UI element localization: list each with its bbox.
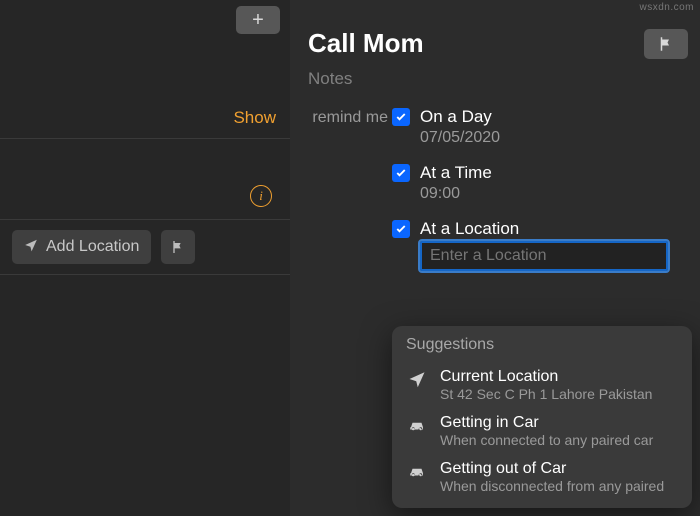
car-icon [406,414,428,434]
remind-me-row: remind me On a Day 07/05/2020 At a Time … [308,107,682,271]
at-time-value[interactable]: 09:00 [392,185,682,203]
flag-icon [170,239,186,255]
sidebar: + Show i Add Location [0,0,290,516]
remind-form: remind me On a Day 07/05/2020 At a Time … [290,107,700,271]
suggestion-detail: When disconnected from any paired [440,478,678,494]
suggestion-name: Getting out of Car [440,460,678,478]
at-time-label: At a Time [420,163,492,183]
suggestion-current-location[interactable]: Current Location St 42 Sec C Ph 1 Lahore… [406,362,678,408]
flag-button-small[interactable] [161,230,195,264]
suggestion-body: Getting out of Car When disconnected fro… [440,460,678,494]
at-time-option[interactable]: At a Time [392,163,682,183]
add-location-button[interactable]: Add Location [12,230,151,264]
reminder-row[interactable]: i [0,139,290,219]
list-header-row: Show [0,48,290,138]
reminder-title[interactable]: Call Mom [308,28,644,59]
new-reminder-button[interactable]: + [236,6,280,34]
plus-icon: + [252,9,264,32]
on-day-checkbox[interactable] [392,108,410,126]
suggestion-getting-in-car[interactable]: Getting in Car When connected to any pai… [406,408,678,454]
show-completed-link[interactable]: Show [233,108,276,128]
info-icon[interactable]: i [250,185,272,207]
location-arrow-icon [24,238,38,257]
suggestion-detail: When connected to any paired car [440,432,678,448]
on-day-label: On a Day [420,107,492,127]
suggestion-name: Getting in Car [440,414,678,432]
remind-me-label: remind me [308,107,392,127]
at-location-checkbox[interactable] [392,220,410,238]
location-arrow-icon [406,368,428,388]
suggestions-title: Suggestions [406,336,678,354]
divider [0,274,290,275]
suggestion-getting-out-car[interactable]: Getting out of Car When disconnected fro… [406,454,678,500]
at-time-checkbox[interactable] [392,164,410,182]
location-suggestions-popup: Suggestions Current Location St 42 Sec C… [392,326,692,508]
location-input[interactable] [420,241,668,271]
app-root: + Show i Add Location wsxdn.com [0,0,700,516]
on-day-option[interactable]: On a Day [392,107,682,127]
on-day-value[interactable]: 07/05/2020 [392,129,682,147]
flag-button[interactable] [644,29,688,59]
flag-icon [657,35,675,53]
remind-options: On a Day 07/05/2020 At a Time 09:00 At a… [392,107,682,271]
watermark: wsxdn.com [639,2,694,13]
quick-actions-row: Add Location [0,220,290,274]
notes-field[interactable]: Notes [290,59,700,107]
location-input-wrap [392,241,682,271]
at-location-option[interactable]: At a Location [392,219,682,239]
suggestion-name: Current Location [440,368,678,386]
add-location-label: Add Location [46,238,139,256]
sidebar-toolbar: + [0,0,290,48]
suggestion-body: Getting in Car When connected to any pai… [440,414,678,448]
car-icon [406,460,428,480]
suggestion-body: Current Location St 42 Sec C Ph 1 Lahore… [440,368,678,402]
at-location-label: At a Location [420,219,519,239]
suggestion-detail: St 42 Sec C Ph 1 Lahore Pakistan [440,386,678,402]
